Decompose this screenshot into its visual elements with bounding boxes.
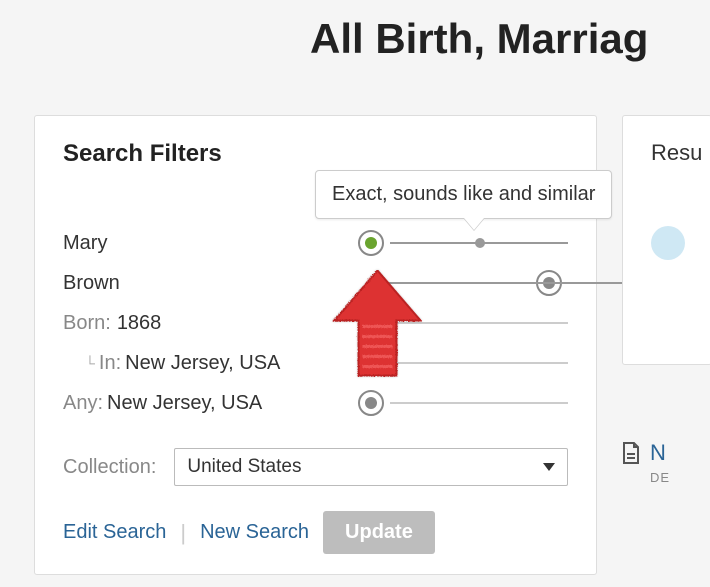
new-search-link[interactable]: New Search	[200, 521, 309, 544]
first-name-slider[interactable]	[358, 230, 568, 256]
info-circle-icon	[651, 226, 685, 260]
any-place-slider[interactable]	[358, 390, 568, 416]
in-label: In:	[99, 352, 121, 375]
result-subtext: DE	[650, 470, 670, 485]
filters-heading: Search Filters	[63, 140, 568, 168]
collection-selected-value: United States	[187, 456, 301, 478]
results-heading: Resu	[651, 140, 683, 166]
any-label: Any:	[63, 392, 103, 415]
result-collection-link[interactable]: N	[650, 440, 666, 466]
born-place-slider[interactable]	[358, 350, 568, 376]
collection-select[interactable]: United States	[174, 448, 568, 486]
last-name-slider[interactable]	[358, 270, 568, 296]
exactness-handle-icon[interactable]	[358, 390, 384, 416]
dropdown-triangle-icon	[543, 463, 555, 471]
exactness-tooltip: Exact, sounds like and similar	[315, 170, 612, 219]
born-year-slider[interactable]	[358, 310, 568, 336]
born-year-value: 1868	[117, 312, 162, 335]
results-panel: Resu	[622, 115, 710, 365]
collection-label: Collection:	[63, 456, 156, 479]
page-title: All Birth, Marriag	[310, 15, 710, 63]
action-divider: |	[180, 520, 186, 546]
in-marker: └	[85, 355, 95, 371]
born-place-value: New Jersey, USA	[125, 352, 280, 375]
last-name-value: Brown	[63, 272, 120, 295]
exactness-handle-icon[interactable]	[358, 350, 384, 376]
first-name-value: Mary	[63, 232, 107, 255]
update-button[interactable]: Update	[323, 511, 435, 554]
any-place-value: New Jersey, USA	[107, 392, 262, 415]
born-label: Born:	[63, 312, 111, 335]
exactness-handle-icon[interactable]	[358, 230, 384, 256]
exactness-handle-icon[interactable]	[358, 310, 384, 336]
edit-search-link[interactable]: Edit Search	[63, 521, 166, 544]
document-icon	[622, 442, 640, 464]
